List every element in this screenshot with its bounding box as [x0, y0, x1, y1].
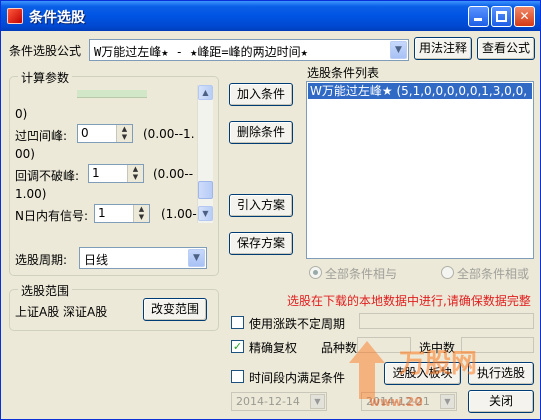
param-range-2a: (1.00- — [161, 207, 197, 221]
spin-down-icon[interactable]: ▼ — [134, 213, 149, 221]
usage-notes-button[interactable]: 用法注释 — [414, 37, 472, 60]
chevron-down-icon[interactable]: ▼ — [310, 394, 325, 409]
param-label-2: N日内有信号: — [15, 209, 89, 223]
param-input-2[interactable]: 1 ▲ ▼ — [94, 204, 150, 223]
use-limit-checkbox[interactable] — [231, 316, 244, 329]
limit-period-field — [359, 313, 534, 329]
condition-list[interactable]: W万能过左峰★ (5,1,0,0,0,0,0,1,3,0,0, — [306, 81, 534, 259]
spin-up-icon[interactable]: ▲ — [134, 205, 149, 213]
chevron-down-icon[interactable]: ▼ — [188, 249, 205, 267]
scroll-thumb[interactable] — [198, 181, 213, 199]
param-input-0[interactable]: 0 ▲ ▼ — [77, 124, 133, 143]
params-scrollbar[interactable]: ▲ ▼ — [197, 85, 213, 223]
period-selected-value: 日线 — [84, 253, 109, 267]
view-formula-button[interactable]: 查看公式 — [477, 37, 535, 60]
param-range-1b: 1.00) — [15, 187, 47, 201]
logic-or-label: 全部条件相或 — [457, 267, 530, 281]
run-selection-button[interactable]: 执行选股 — [468, 362, 534, 385]
logic-and-label: 全部条件相与 — [325, 267, 398, 281]
param-label-1: 回调不破峰: — [15, 169, 80, 183]
spin-down-icon[interactable]: ▼ — [128, 173, 143, 181]
param-range-0a: (0.00--1. — [143, 127, 195, 141]
period-condition-checkbox[interactable] — [231, 370, 244, 383]
minimize-icon — [474, 18, 482, 21]
param-range-0b: 00) — [15, 147, 35, 161]
window-title: 条件选股 — [29, 10, 85, 26]
change-range-button[interactable]: 改变范围 — [143, 298, 207, 321]
logic-or-radio[interactable] — [441, 266, 454, 279]
check-icon: ✓ — [232, 340, 243, 353]
watermark-logo — [349, 341, 385, 399]
param-range-1a: (0.00-- — [153, 167, 194, 181]
period-select[interactable]: 日线 ▼ — [79, 247, 207, 269]
close-window-button[interactable]: ✕ — [514, 6, 535, 27]
param-spinner-0[interactable]: ▲ ▼ — [116, 125, 132, 142]
add-condition-button[interactable]: 加入条件 — [229, 83, 293, 106]
param-value-0: 0 — [81, 126, 89, 140]
scroll-up-icon[interactable]: ▲ — [198, 85, 213, 100]
logic-and-radio[interactable] — [309, 266, 322, 279]
params-group-label: 计算参数 — [18, 69, 73, 86]
close-button[interactable]: 关闭 — [468, 390, 534, 413]
scroll-down-icon[interactable]: ▼ — [198, 206, 213, 221]
import-scheme-button[interactable]: 引入方案 — [229, 194, 293, 217]
warning-text: 选股在下载的本地数据中进行,请确保数据完整 — [287, 294, 531, 308]
app-icon — [7, 8, 23, 24]
params-partial-input — [77, 90, 147, 98]
params-partial-range: 0) — [15, 107, 28, 121]
condition-list-item[interactable]: W万能过左峰★ (5,1,0,0,0,0,0,1,3,0,0, — [308, 83, 532, 99]
param-value-1: 1 — [92, 166, 100, 180]
minimize-button[interactable] — [468, 6, 489, 27]
condition-stock-picker-dialog: 条件选股 ✕ 条件选股公式 W万能过左峰★ - ★峰距=峰的两边时间★ ▼ 用法… — [0, 0, 541, 420]
maximize-button[interactable] — [491, 6, 512, 27]
adjust-checkbox[interactable]: ✓ — [231, 340, 244, 353]
title-bar[interactable]: 条件选股 ✕ — [1, 1, 540, 31]
param-spinner-2[interactable]: ▲ ▼ — [133, 205, 149, 222]
remove-condition-button[interactable]: 删除条件 — [229, 121, 293, 144]
period-label: 选股周期: — [15, 253, 68, 267]
condition-list-label: 选股条件列表 — [307, 66, 380, 80]
save-scheme-button[interactable]: 保存方案 — [229, 232, 293, 255]
range-value: 上证A股 深证A股 — [15, 305, 108, 319]
watermark-arrow-icon — [349, 341, 385, 399]
chevron-down-icon[interactable]: ▼ — [390, 41, 407, 59]
formula-select[interactable]: W万能过左峰★ - ★峰距=峰的两边时间★ ▼ — [89, 39, 409, 61]
adjust-label: 精确复权 — [249, 341, 298, 355]
chevron-down-icon[interactable]: ▼ — [440, 394, 455, 409]
date-from-value: 2014-12-14 — [236, 395, 300, 408]
spin-down-icon[interactable]: ▼ — [117, 133, 132, 141]
param-value-2: 1 — [98, 206, 106, 220]
spin-up-icon[interactable]: ▲ — [117, 125, 132, 133]
formula-label: 条件选股公式 — [9, 44, 82, 58]
formula-selected-value: W万能过左峰★ - ★峰距=峰的两边时间★ — [94, 45, 308, 59]
param-input-1[interactable]: 1 ▲ ▼ — [88, 164, 144, 183]
spin-up-icon[interactable]: ▲ — [128, 165, 143, 173]
param-spinner-1[interactable]: ▲ ▼ — [127, 165, 143, 182]
date-from-picker[interactable]: 2014-12-14 ▼ — [231, 392, 327, 411]
maximize-icon — [496, 11, 507, 22]
use-limit-label: 使用涨跌不定周期 — [249, 317, 346, 331]
range-group-label: 选股范围 — [18, 282, 73, 299]
close-icon: ✕ — [519, 9, 530, 23]
period-condition-label: 时间段内满足条件 — [249, 371, 346, 385]
param-label-0: 过凹间峰: — [15, 129, 68, 143]
watermark-brand: 万股网 — [399, 349, 478, 379]
